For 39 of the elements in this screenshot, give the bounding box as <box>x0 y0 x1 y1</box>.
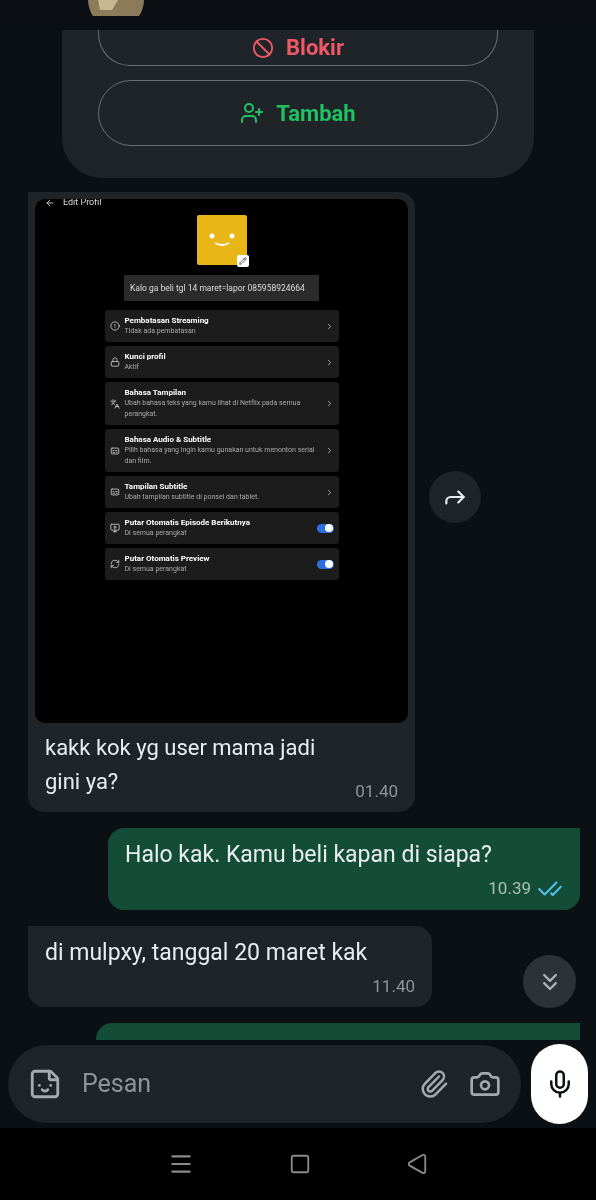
home-icon[interactable] <box>289 1153 311 1175</box>
setting-title: Bahasa Tampilan <box>124 387 187 398</box>
setting-icon <box>109 321 120 331</box>
message-time: 11.40 <box>372 974 415 998</box>
message-text: di mulpxy, tanggal 20 maret kak <box>45 937 369 968</box>
attach-icon[interactable] <box>419 1069 449 1099</box>
block-button[interactable]: Blokir <box>98 30 498 66</box>
message-text: kakk kok yg user mama jadi gini ya? <box>45 734 317 796</box>
message-text: Halo kak. Kamu beli kapan di siapa? <box>125 839 493 870</box>
contact-avatar[interactable] <box>88 0 144 16</box>
message-time: 10.39 <box>488 876 531 900</box>
mic-button[interactable] <box>531 1044 588 1124</box>
setting-icon <box>109 523 120 533</box>
forward-button[interactable] <box>429 471 481 523</box>
back-icon[interactable] <box>406 1153 429 1175</box>
add-person-icon <box>240 101 265 125</box>
screen-title: Edit Profil <box>63 199 102 208</box>
setting-icon <box>109 559 120 569</box>
setting-title: Bahasa Audio & Subtitle <box>124 434 213 445</box>
profile-name-field: Kalo ga beli tgl 14 maret=lapor 085958924664 <box>124 275 319 301</box>
setting-icon <box>109 487 120 497</box>
scroll-down-button[interactable] <box>523 955 576 1008</box>
shared-screenshot[interactable] <box>35 199 408 723</box>
toggle-switch[interactable] <box>316 559 334 569</box>
setting-title: Tampilan Subtitle <box>124 481 189 492</box>
edit-icon <box>236 255 249 267</box>
setting-title: Kunci profil <box>124 351 167 362</box>
message-time: 01.40 <box>355 780 398 803</box>
setting-title: Putar Otomatis Preview <box>124 553 211 564</box>
setting-icon <box>109 445 120 456</box>
setting-icon <box>109 398 120 409</box>
back-icon <box>45 199 55 208</box>
setting-title: Putar Otomatis Episode Berikutnya <box>124 517 252 528</box>
sticker-icon[interactable] <box>28 1067 62 1101</box>
setting-title: Pembatasan Streaming <box>124 315 210 326</box>
message-input[interactable]: Pesan <box>8 1045 521 1123</box>
block-icon <box>252 36 275 59</box>
setting-icon <box>109 357 120 367</box>
toggle-switch[interactable] <box>316 523 334 533</box>
